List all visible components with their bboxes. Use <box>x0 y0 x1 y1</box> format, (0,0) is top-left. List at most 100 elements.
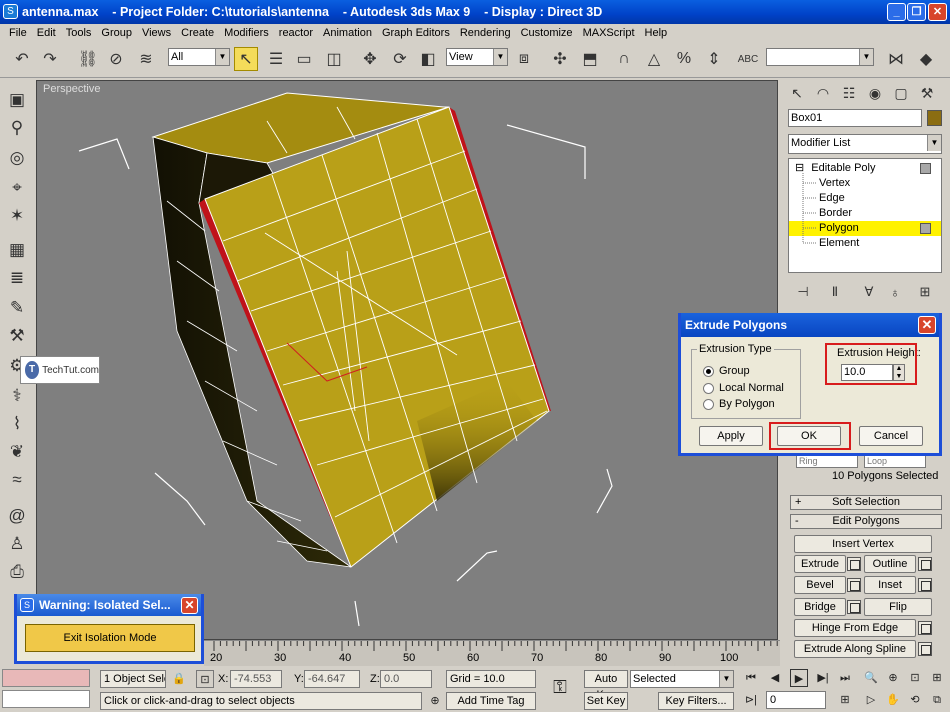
key-mode-toggle-icon[interactable]: ⊳| <box>742 691 760 709</box>
menu-animation[interactable]: Animation <box>318 25 377 41</box>
menu-reactor[interactable]: reactor <box>274 25 318 41</box>
zoom-icon[interactable]: 🔍 <box>862 669 880 687</box>
pan-icon[interactable]: ✋ <box>884 691 902 709</box>
inset-button[interactable]: Inset <box>864 576 916 594</box>
menu-edit[interactable]: Edit <box>32 25 61 41</box>
hair-icon[interactable]: ❦ <box>4 440 30 464</box>
outline-button[interactable]: Outline <box>864 555 916 573</box>
radio-by-polygon[interactable]: By Polygon <box>703 397 803 412</box>
snaps-toggle-icon[interactable]: ∩ <box>612 47 636 71</box>
bridge-settings-icon[interactable] <box>847 600 861 614</box>
menu-help[interactable]: Help <box>640 25 673 41</box>
radio-group[interactable]: Group <box>703 364 803 379</box>
key-filters-button[interactable]: Key Filters... <box>658 692 734 710</box>
bridge-button[interactable]: Bridge <box>794 598 846 616</box>
show-end-result-toggle-icon[interactable]: Ⅱ <box>824 283 846 301</box>
go-to-end-icon[interactable]: ⏭ <box>836 669 854 687</box>
bind-space-warp-icon[interactable]: ≋ <box>134 47 158 71</box>
wrench-icon[interactable]: ✎ <box>4 296 30 320</box>
app-icon[interactable]: S <box>3 4 18 19</box>
undo-icon[interactable]: ↶ <box>10 47 34 71</box>
extrude-button[interactable]: Extrude <box>794 555 846 573</box>
star-icon[interactable]: ✶ <box>4 204 30 228</box>
add-time-tag-button[interactable]: Add Time Tag <box>446 692 536 710</box>
set-key-button[interactable]: Set Key <box>584 692 628 710</box>
auto-key-button[interactable]: Auto Key <box>584 670 628 701</box>
exit-isolation-mode-button[interactable]: Exit Isolation Mode <box>25 624 195 652</box>
select-and-manipulate-icon[interactable]: ✣ <box>548 47 572 71</box>
menu-create[interactable]: Create <box>176 25 219 41</box>
z-coordinate[interactable]: 0.0 <box>380 670 432 688</box>
edit-named-selection-icon[interactable]: ABC <box>736 47 760 71</box>
layers-icon[interactable]: ≣ <box>4 266 30 290</box>
restore-button[interactable]: ❐ <box>907 3 926 21</box>
scale-icon[interactable]: ◧ <box>416 47 440 71</box>
maximize-viewport-icon[interactable]: ⧉ <box>928 691 946 709</box>
unlink-icon[interactable]: ⊘ <box>104 47 128 71</box>
extrude-along-spline-button[interactable]: Extrude Along Spline <box>794 640 916 658</box>
bone-icon[interactable]: ⚕ <box>4 384 30 408</box>
reference-coordinate-dropdown[interactable]: View ▼ <box>446 48 508 66</box>
configure-modifier-sets-icon[interactable]: ⊞ <box>914 283 936 301</box>
menu-rendering[interactable]: Rendering <box>455 25 516 41</box>
checker-icon[interactable]: ▦ <box>4 238 30 262</box>
light-icon[interactable]: ⌖ <box>4 176 30 200</box>
cancel-button[interactable]: Cancel <box>859 426 923 446</box>
y-coordinate[interactable]: -64.647 <box>304 670 360 688</box>
hinge-from-edge-button[interactable]: Hinge From Edge <box>794 619 916 637</box>
x-coordinate[interactable]: -74.553 <box>230 670 282 688</box>
sphere-icon[interactable]: ◎ <box>4 146 30 170</box>
show-end-result-icon[interactable] <box>920 163 931 174</box>
rectangular-selection-icon[interactable]: ▭ <box>292 47 316 71</box>
menu-tools[interactable]: Tools <box>61 25 97 41</box>
inset-settings-icon[interactable] <box>918 578 932 592</box>
pin-stack-icon[interactable]: ⊣ <box>792 283 814 301</box>
track-bar[interactable] <box>204 640 780 666</box>
remove-modifier-icon[interactable]: ♁ <box>884 283 906 301</box>
align-icon[interactable]: ◆ <box>914 47 938 71</box>
hierarchy-tab-icon[interactable]: ☷ <box>838 82 860 104</box>
menu-modifiers[interactable]: Modifiers <box>219 25 274 41</box>
menu-group[interactable]: Group <box>96 25 137 41</box>
maxscript-listener-white[interactable] <box>2 690 90 708</box>
loop-dropdown[interactable]: Loop <box>864 455 926 468</box>
create-icon[interactable]: ▣ <box>4 88 30 112</box>
select-by-name-icon[interactable]: ☰ <box>264 47 288 71</box>
percent-snap-icon[interactable]: % <box>672 47 696 71</box>
utilities-tab-icon[interactable]: ⚒ <box>916 82 938 104</box>
select-object-icon[interactable]: ↖ <box>234 47 258 71</box>
object-color-swatch[interactable] <box>927 110 942 126</box>
close-button[interactable]: ✕ <box>928 3 947 21</box>
create-tab-icon[interactable]: ↖ <box>786 82 808 104</box>
maxscript-listener-pink[interactable] <box>2 669 90 687</box>
keyboard-shortcut-icon[interactable]: ⬒ <box>578 47 602 71</box>
zoom-extents-icon[interactable]: ⊡ <box>906 669 924 687</box>
arc-rotate-icon[interactable]: ⟲ <box>906 691 924 709</box>
absolute-mode-icon[interactable]: ⊡ <box>196 670 214 688</box>
key-icon[interactable]: ⚿ <box>546 678 574 702</box>
spinner-snap-icon[interactable]: ⇕ <box>702 47 726 71</box>
radio-local-normal[interactable]: Local Normal <box>703 381 803 396</box>
time-configuration-icon[interactable]: ⊞ <box>836 691 854 709</box>
object-name-field[interactable]: Box01 <box>788 109 922 127</box>
menu-maxscript[interactable]: MAXScript <box>578 25 640 41</box>
modify-icon[interactable]: ⚲ <box>4 116 30 140</box>
key-mode-dropdown[interactable]: Selected ▼ <box>630 670 734 688</box>
pivot-center-icon[interactable]: ⧈ <box>512 47 536 71</box>
cloth-icon[interactable]: ⌇ <box>4 412 30 436</box>
rotate-icon[interactable]: ⟳ <box>388 47 412 71</box>
time-tag-icon[interactable]: ⊕ <box>426 692 444 710</box>
lock-icon[interactable]: 🔒 <box>170 670 188 688</box>
dialog-title[interactable]: Extrude Polygons <box>681 313 939 337</box>
biped-icon[interactable]: ♙ <box>4 532 30 556</box>
menu-file[interactable]: File <box>4 25 32 41</box>
next-frame-icon[interactable]: ▶| <box>814 669 832 687</box>
dialog-close-button[interactable]: ✕ <box>918 316 936 334</box>
flip-button[interactable]: Flip <box>864 598 932 616</box>
insert-vertex-button[interactable]: Insert Vertex <box>794 535 932 553</box>
apply-button[interactable]: Apply <box>699 426 763 446</box>
make-unique-icon[interactable]: ∀ <box>858 283 880 301</box>
current-frame-field[interactable]: 0 <box>766 691 826 709</box>
window-crossing-icon[interactable]: ◫ <box>322 47 346 71</box>
scroll-icon[interactable]: ⎙ <box>4 560 30 584</box>
